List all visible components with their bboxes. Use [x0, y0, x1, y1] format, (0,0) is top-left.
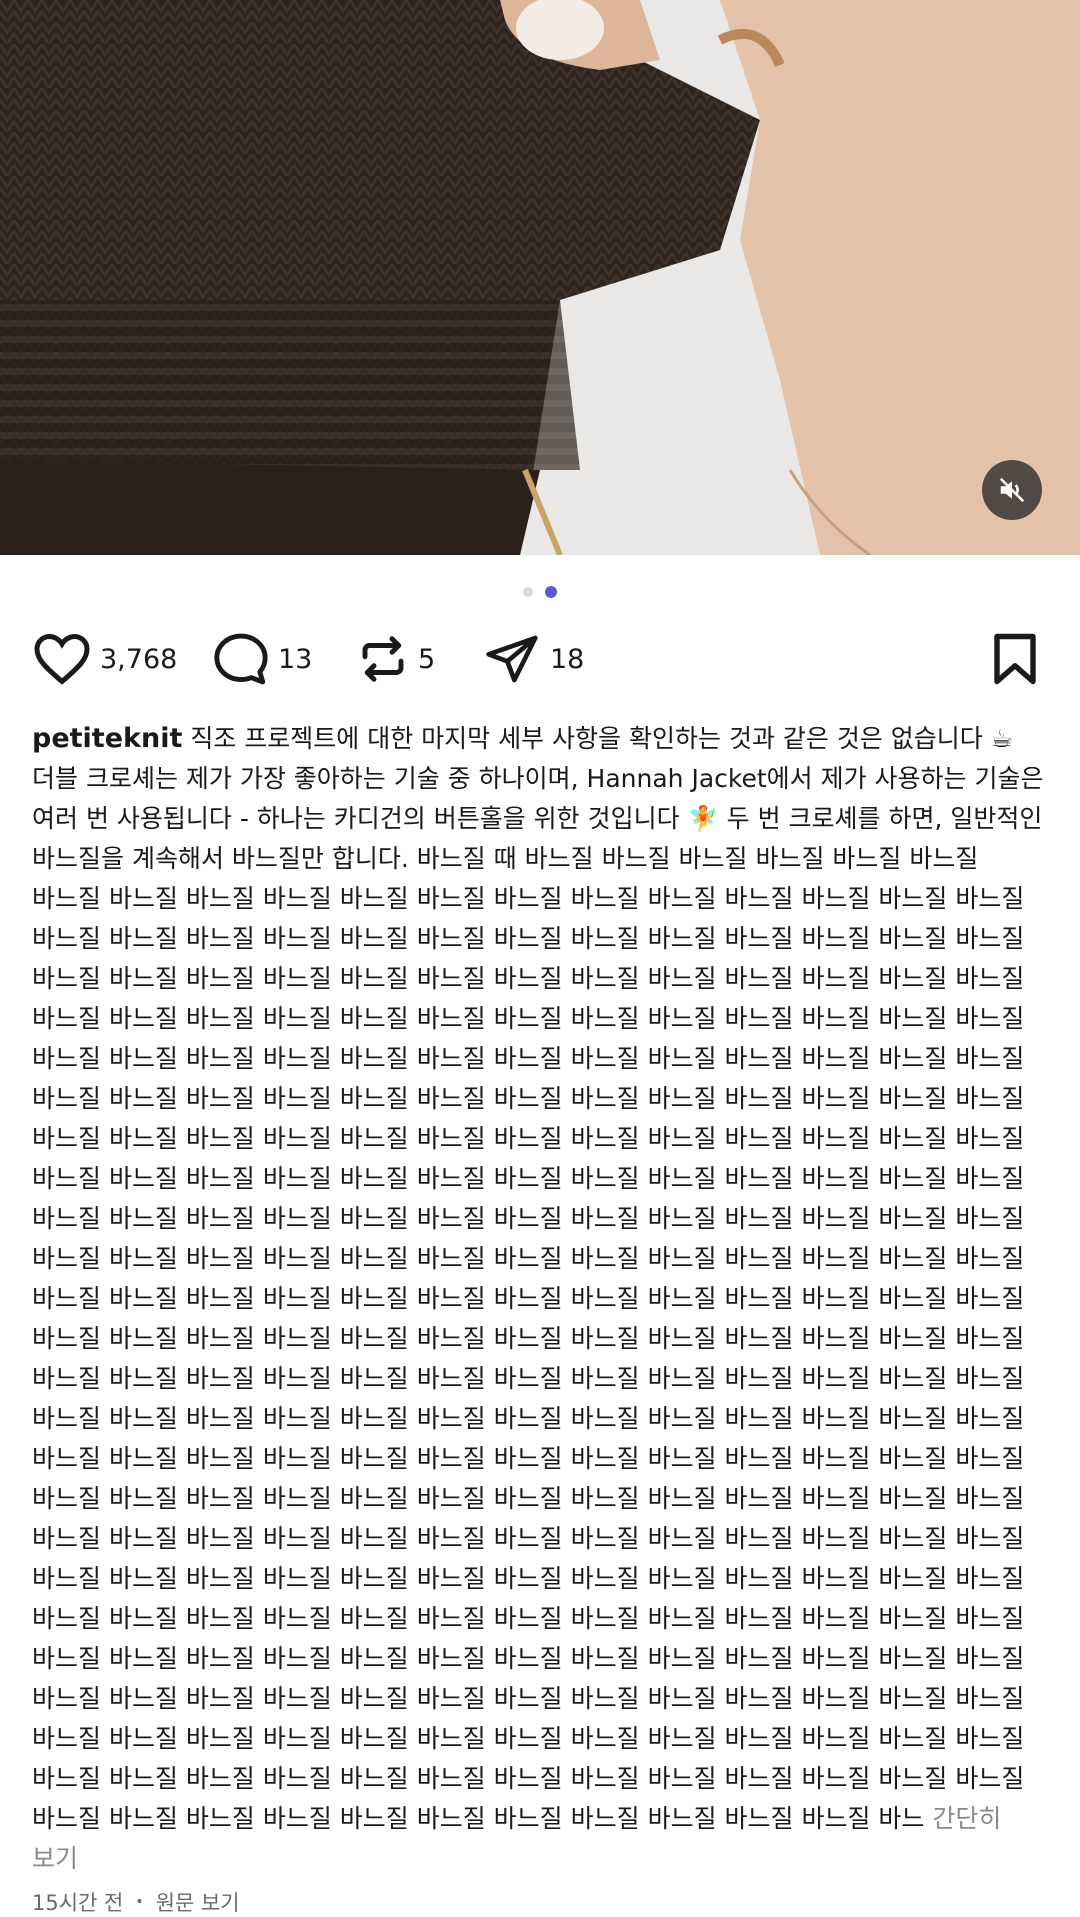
mute-button[interactable]: [982, 460, 1042, 520]
post-caption: petiteknit 직조 프로젝트에 대한 마지막 세부 사항을 확인하는 것…: [32, 719, 1052, 1879]
like-count: 3,768: [100, 643, 178, 675]
caption-text: 직조 프로젝트에 대한 마지막 세부 사항을 확인하는 것과 같은 것은 없습니…: [32, 724, 1044, 1833]
post-media[interactable]: [0, 0, 1080, 555]
bookmark-icon: [994, 633, 1036, 685]
share-button[interactable]: 18: [482, 629, 584, 689]
share-count: 18: [550, 643, 585, 675]
comment-button[interactable]: 13: [212, 629, 312, 689]
speaker-muted-icon: [999, 477, 1025, 503]
repost-button[interactable]: 5: [356, 629, 435, 689]
repost-count: 5: [418, 643, 436, 675]
comment-count: 13: [278, 643, 313, 675]
username-link[interactable]: petiteknit: [32, 723, 182, 754]
comment-bubble-icon: [214, 633, 268, 685]
like-button[interactable]: 3,768: [32, 629, 177, 689]
carousel-dot-active[interactable]: [545, 586, 557, 598]
repost-icon: [362, 636, 404, 682]
send-icon: [486, 635, 538, 683]
carousel-dot[interactable]: [523, 587, 533, 597]
heart-icon: [34, 633, 90, 685]
knit-photo: [0, 0, 1080, 555]
post-timestamp: 15시간 전: [32, 1891, 124, 1915]
action-bar: 3,768 13 5 18: [0, 629, 1080, 719]
bookmark-button[interactable]: [990, 632, 1040, 690]
post-meta: 15시간 전 • 원문 보기: [32, 1887, 1080, 1917]
view-original-link[interactable]: 원문 보기: [156, 1887, 240, 1917]
carousel-indicator: [0, 586, 1080, 599]
meta-separator: •: [135, 1894, 144, 1910]
